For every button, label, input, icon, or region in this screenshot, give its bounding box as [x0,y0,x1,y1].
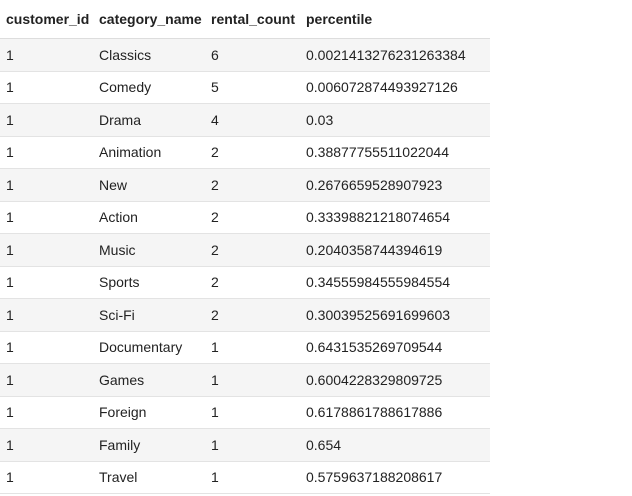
table-row[interactable]: 1 Family 1 0.654 [0,428,490,462]
header-row: customer_id category_name rental_count p… [0,0,490,39]
cell-customer-id: 1 [0,331,93,364]
cell-percentile: 0.2676659528907923 [300,168,490,202]
cell-customer-id: 1 [0,103,93,137]
cell-customer-id: 1 [0,363,93,397]
cell-category-name: Action [93,201,205,234]
cell-category-name: Music [93,233,205,267]
cell-rental-count: 1 [205,428,300,462]
cell-category-name: Drama [93,103,205,137]
column-header-rental-count[interactable]: rental_count [205,0,300,39]
cell-rental-count: 5 [205,71,300,104]
cell-rental-count: 2 [205,298,300,332]
column-header-percentile[interactable]: percentile [300,0,490,39]
cell-rental-count: 4 [205,103,300,137]
cell-percentile: 0.2040358744394619 [300,233,490,267]
cell-rental-count: 1 [205,461,300,494]
cell-category-name: Games [93,363,205,397]
cell-customer-id: 1 [0,428,93,462]
column-header-customer-id[interactable]: customer_id [0,0,93,39]
cell-category-name: Documentary [93,331,205,364]
cell-percentile: 0.6431535269709544 [300,331,490,364]
cell-percentile: 0.34555984555984554 [300,266,490,299]
cell-customer-id: 1 [0,168,93,202]
cell-category-name: New [93,168,205,202]
table-row[interactable]: 1 Games 1 0.6004228329809725 [0,363,490,397]
cell-rental-count: 2 [205,201,300,234]
cell-percentile: 0.03 [300,103,490,137]
cell-rental-count: 6 [205,38,300,72]
cell-rental-count: 2 [205,233,300,267]
cell-category-name: Classics [93,38,205,72]
cell-percentile: 0.6004228329809725 [300,363,490,397]
cell-customer-id: 1 [0,266,93,299]
table-header: customer_id category_name rental_count p… [0,0,490,39]
cell-customer-id: 1 [0,233,93,267]
table-row[interactable]: 1 Comedy 5 0.006072874493927126 [0,71,490,104]
table-row[interactable]: 1 Sci-Fi 2 0.30039525691699603 [0,298,490,332]
cell-category-name: Foreign [93,396,205,429]
cell-percentile: 0.0021413276231263384 [300,38,490,72]
table-row[interactable]: 1 Music 2 0.2040358744394619 [0,233,490,267]
cell-percentile: 0.5759637188208617 [300,461,490,494]
cell-category-name: Animation [93,136,205,169]
results-table: customer_id category_name rental_count p… [0,0,490,494]
cell-rental-count: 1 [205,396,300,429]
cell-category-name: Sci-Fi [93,298,205,332]
table-row[interactable]: 1 Travel 1 0.5759637188208617 [0,461,490,494]
table-row[interactable]: 1 Foreign 1 0.6178861788617886 [0,396,490,429]
cell-category-name: Sports [93,266,205,299]
cell-customer-id: 1 [0,38,93,72]
cell-category-name: Travel [93,461,205,494]
cell-customer-id: 1 [0,71,93,104]
table-body: 1 Classics 6 0.0021413276231263384 1 Comedy 5 0… [0,38,490,494]
table-row[interactable]: 1 Animation 2 0.38877755511022044 [0,136,490,169]
cell-customer-id: 1 [0,461,93,494]
cell-customer-id: 1 [0,136,93,169]
cell-customer-id: 1 [0,298,93,332]
results-grid: customer_id category_name rental_count p… [0,0,490,494]
cell-category-name: Family [93,428,205,462]
table-row[interactable]: 1 New 2 0.2676659528907923 [0,168,490,202]
cell-customer-id: 1 [0,201,93,234]
cell-percentile: 0.654 [300,428,490,462]
column-header-category-name[interactable]: category_name [93,0,205,39]
cell-rental-count: 2 [205,266,300,299]
table-row[interactable]: 1 Sports 2 0.34555984555984554 [0,266,490,299]
cell-rental-count: 2 [205,168,300,202]
table-row[interactable]: 1 Classics 6 0.0021413276231263384 [0,38,490,72]
cell-rental-count: 1 [205,363,300,397]
cell-customer-id: 1 [0,396,93,429]
cell-category-name: Comedy [93,71,205,104]
cell-percentile: 0.6178861788617886 [300,396,490,429]
cell-rental-count: 2 [205,136,300,169]
cell-percentile: 0.006072874493927126 [300,71,490,104]
table-row[interactable]: 1 Documentary 1 0.6431535269709544 [0,331,490,364]
cell-percentile: 0.30039525691699603 [300,298,490,332]
table-row[interactable]: 1 Action 2 0.33398821218074654 [0,201,490,234]
cell-rental-count: 1 [205,331,300,364]
table-row[interactable]: 1 Drama 4 0.03 [0,103,490,137]
cell-percentile: 0.33398821218074654 [300,201,490,234]
cell-percentile: 0.38877755511022044 [300,136,490,169]
